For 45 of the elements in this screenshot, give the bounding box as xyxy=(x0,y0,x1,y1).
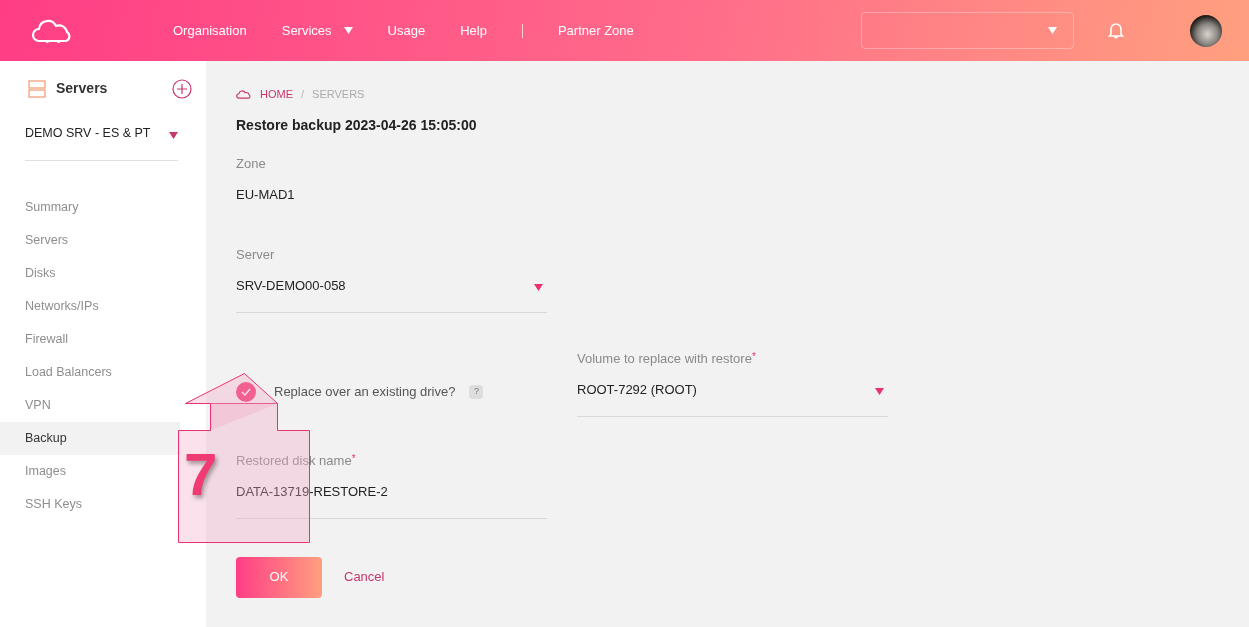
field-label: Server xyxy=(236,245,276,264)
cloud-icon xyxy=(236,89,252,99)
select-field[interactable]: ROOT-7292 (ROOT) xyxy=(577,376,888,417)
caret-icon xyxy=(169,131,178,139)
bell-icon[interactable] xyxy=(1108,22,1124,39)
sidebar-item[interactable]: SSH Keys xyxy=(0,487,180,521)
nav-link[interactable]: Partner Zone xyxy=(557,20,634,41)
caret-icon xyxy=(534,284,543,292)
sidebar-item[interactable]: Summary xyxy=(0,190,180,224)
sidebar-title: Servers xyxy=(56,79,108,98)
field-value: EU-MAD1 xyxy=(236,186,296,204)
select-field[interactable]: SRV-DEMO00-058 xyxy=(236,272,547,313)
project-select[interactable]: DEMO SRV - ES & PT xyxy=(25,124,178,161)
page-title: Restore backup 2023-04-26 15:05:00 xyxy=(236,115,478,135)
help-badge[interactable]: ? xyxy=(469,384,484,399)
avatar[interactable] xyxy=(1190,14,1222,47)
caret-icon xyxy=(1048,27,1057,34)
check-icon xyxy=(241,387,251,396)
nav-link[interactable]: Organisation xyxy=(173,20,247,41)
sidebar-item[interactable]: Backup xyxy=(0,421,180,455)
nav-separator xyxy=(521,23,523,38)
breadcrumb-separator: / xyxy=(301,87,305,102)
caret-icon xyxy=(875,388,884,396)
sidebar-item[interactable]: Firewall xyxy=(0,322,180,356)
ok-button[interactable]: OK xyxy=(236,556,322,598)
add-icon[interactable] xyxy=(172,78,192,99)
sidebar-item[interactable]: Images xyxy=(0,454,180,488)
step-number: 7 xyxy=(184,445,218,505)
breadcrumb-link[interactable]: HOME xyxy=(260,86,293,103)
sidebar-item[interactable]: Disks xyxy=(0,256,180,290)
field-label: Zone xyxy=(236,154,267,173)
sidebar-item[interactable]: VPN xyxy=(0,388,180,422)
dropdown-field[interactable] xyxy=(861,12,1074,49)
checkbox-label: Replace over an existing drive? xyxy=(274,382,456,401)
field-label: Volume to replace with restore* xyxy=(577,349,757,368)
sidebar-item[interactable]: Networks/IPs xyxy=(0,289,180,323)
checkbox[interactable] xyxy=(236,381,256,402)
breadcrumb-link[interactable]: SERVERS xyxy=(312,86,365,103)
nav-link[interactable]: Help xyxy=(460,20,487,41)
sidebar-item[interactable]: Load Balancers xyxy=(0,355,180,389)
sidebar-item[interactable]: Servers xyxy=(0,223,180,257)
cancel-link[interactable]: Cancel xyxy=(344,567,385,587)
nav-link[interactable]: Services xyxy=(281,20,353,41)
server-icon xyxy=(28,79,46,98)
nav-link[interactable]: Usage xyxy=(387,20,426,41)
